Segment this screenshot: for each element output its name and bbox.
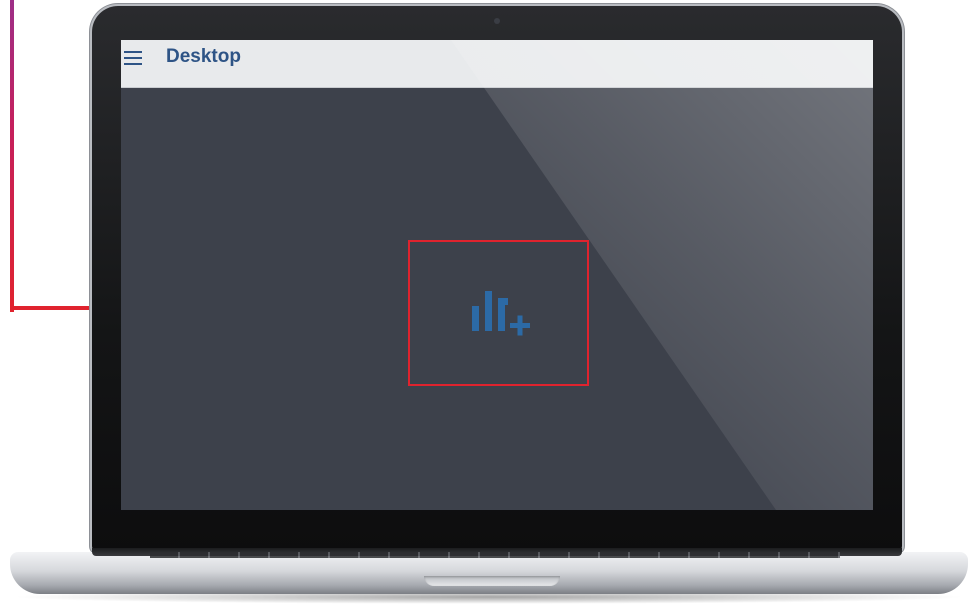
page-title: Desktop — [166, 46, 241, 67]
annotation-arrow-line-vertical — [10, 0, 14, 312]
laptop-notch — [424, 576, 560, 586]
app-header: Desktop — [121, 40, 873, 88]
keyboard-edge — [150, 552, 840, 558]
hamburger-menu-icon[interactable] — [124, 49, 144, 67]
annotation-highlight-box — [408, 240, 589, 386]
screenshot-stage: Desktop — [0, 0, 977, 606]
camera-icon — [494, 18, 500, 24]
laptop-base — [10, 552, 968, 594]
